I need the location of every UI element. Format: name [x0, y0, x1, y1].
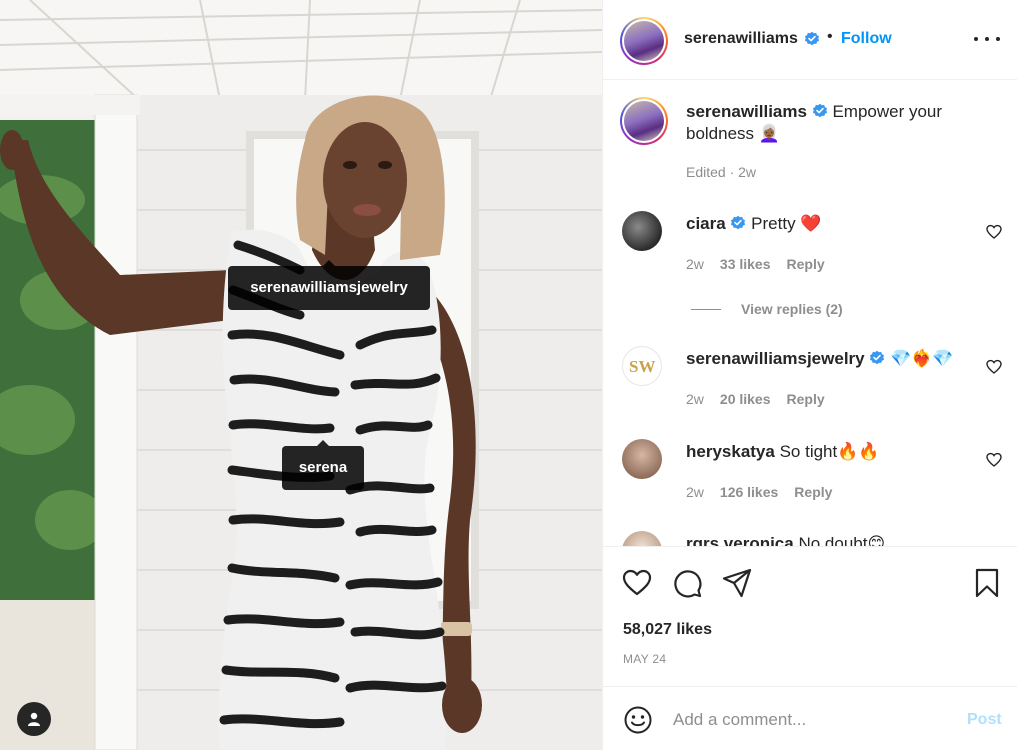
user-icon	[28, 712, 40, 726]
comment-likes[interactable]: 126 likes	[720, 484, 778, 500]
reply-button[interactable]: Reply	[787, 391, 825, 407]
comment-text: serenawilliamsjewelry 💎❤️‍🔥💎	[686, 348, 966, 370]
comment-username[interactable]: serenawilliamsjewelry	[686, 349, 865, 368]
post-comment-button[interactable]: Post	[967, 711, 1002, 729]
comment-username[interactable]: rgrs.veronica	[686, 534, 794, 546]
post-header: serenawilliams • Follow	[603, 0, 1017, 80]
caption-avatar[interactable]	[620, 97, 668, 145]
comment-body: No doubt😊	[798, 534, 886, 546]
author-avatar[interactable]	[620, 17, 668, 65]
comment-body: So tight🔥🔥	[779, 442, 880, 461]
header-separator: •	[827, 28, 833, 45]
more-options-icon[interactable]	[974, 28, 1000, 50]
paper-plane-icon[interactable]	[721, 567, 753, 599]
comment-icon[interactable]	[671, 567, 703, 599]
comment-avatar[interactable]	[622, 439, 662, 479]
post-photo[interactable]: serenawilliamsjewelry serena	[0, 0, 602, 750]
comment-like-heart-icon[interactable]	[986, 224, 1002, 240]
verified-badge-icon	[731, 215, 746, 230]
comments-list[interactable]: serenawilliams Empower your boldness 👩🏾‍…	[603, 81, 1017, 546]
post-image	[0, 0, 602, 750]
comment-text: ciara Pretty ❤️	[686, 213, 966, 235]
user-tag-serena[interactable]: serena	[282, 440, 364, 490]
verified-badge-icon	[812, 103, 827, 118]
comment-time[interactable]: 2w	[686, 484, 704, 500]
comment-time[interactable]: 2w	[686, 256, 704, 272]
verified-badge-icon	[804, 31, 820, 46]
post-date[interactable]: MAY 24	[623, 652, 666, 666]
heart-icon[interactable]	[621, 567, 653, 599]
emoji-icon[interactable]	[623, 705, 653, 735]
reply-button[interactable]: Reply	[787, 256, 825, 272]
comment-body: Pretty ❤️	[751, 214, 822, 233]
svg-text:SW: SW	[629, 357, 655, 375]
comment-body: 💎❤️‍🔥💎	[890, 349, 954, 368]
post-actions: 58,027 likes MAY 24	[603, 546, 1017, 686]
comment-text: heryskatya So tight🔥🔥	[686, 441, 966, 463]
comment-likes[interactable]: 20 likes	[720, 391, 771, 407]
comment-avatar[interactable]	[622, 211, 662, 251]
follow-button[interactable]: Follow	[841, 30, 892, 48]
comment-likes[interactable]: 33 likes	[720, 256, 771, 272]
comment-input[interactable]	[673, 707, 953, 733]
view-replies-button[interactable]: View replies (2)	[691, 301, 843, 317]
comment-avatar[interactable]: SW	[622, 346, 662, 386]
post-side-panel: serenawilliams • Follow serenawilliams E…	[602, 0, 1017, 750]
comment-like-heart-icon[interactable]	[986, 452, 1002, 468]
comment-meta: 2w 20 likes Reply	[686, 391, 825, 407]
bookmark-icon[interactable]	[971, 567, 1003, 599]
caption-meta: Edited · 2w	[686, 164, 757, 180]
comment-username[interactable]: heryskatya	[686, 442, 775, 461]
comment-meta: 2w 33 likes Reply	[686, 256, 825, 272]
sw-logo-icon: SW	[629, 357, 655, 375]
verified-badge-icon	[870, 350, 885, 365]
author-username[interactable]: serenawilliams	[684, 30, 798, 48]
comment-text: rgrs.veronica No doubt😊	[686, 533, 966, 546]
view-replies-label: View replies (2)	[741, 301, 843, 317]
user-tag-serenawilliamsjewelry[interactable]: serenawilliamsjewelry	[228, 260, 430, 310]
divider-line	[691, 308, 721, 310]
comment-username[interactable]: ciara	[686, 214, 726, 233]
likes-count[interactable]: 58,027 likes	[623, 621, 712, 639]
comment-meta: 2w 126 likes Reply	[686, 484, 832, 500]
comment-avatar[interactable]	[622, 531, 662, 546]
add-comment-bar: Post	[603, 686, 1017, 750]
comment-like-heart-icon[interactable]	[986, 359, 1002, 375]
post-caption: serenawilliams Empower your boldness 👩🏾‍…	[686, 101, 986, 145]
caption-username[interactable]: serenawilliams	[686, 102, 807, 121]
comment-time[interactable]: 2w	[686, 391, 704, 407]
reply-button[interactable]: Reply	[794, 484, 832, 500]
tagged-users-button[interactable]	[17, 702, 51, 736]
